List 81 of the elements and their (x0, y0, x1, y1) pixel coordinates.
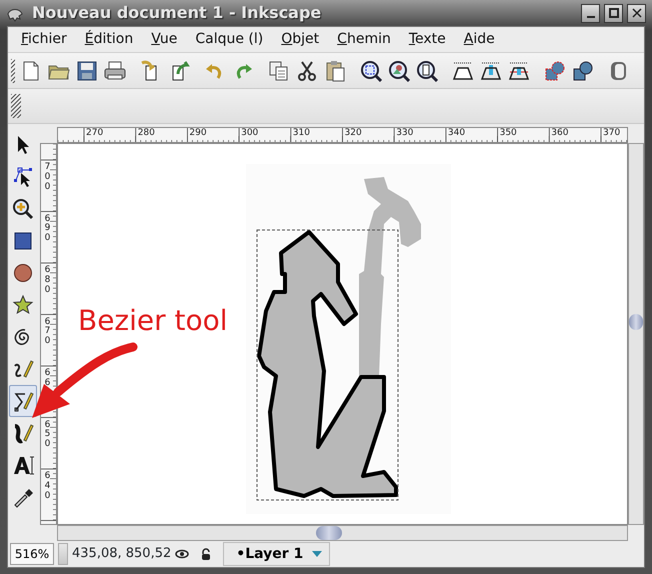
close-button[interactable] (627, 4, 646, 22)
align-icon (508, 60, 530, 82)
zoom-icon (12, 198, 34, 220)
scissors-icon (296, 60, 318, 82)
zoom-button[interactable] (416, 60, 438, 82)
align-icon (452, 60, 474, 82)
copy-icon (268, 60, 290, 82)
ruler-label: 670 (44, 318, 52, 348)
bezier-pen-tool-button[interactable] (9, 385, 37, 417)
ruler-label: 680 (44, 266, 52, 296)
minimize-icon (586, 16, 594, 18)
menu-item[interactable]: Édition (76, 29, 142, 50)
ruler-label: 640 (44, 472, 52, 502)
layer-dropdown[interactable]: •Layer 1 (223, 542, 330, 566)
zoom-icon (416, 60, 438, 82)
ruler-label: 310 (292, 129, 310, 138)
zoom-field[interactable]: 516% (10, 543, 54, 565)
ruler-label: 360 (551, 129, 568, 138)
eye-icon (175, 547, 190, 561)
node-icon (572, 60, 594, 82)
printer-icon (104, 60, 126, 82)
circle-icon (12, 262, 34, 284)
clipboard-icon (324, 60, 346, 82)
window-title: Nouveau document 1 - Inkscape (32, 2, 322, 24)
menu-item[interactable]: Aide (454, 29, 504, 50)
ruler-label: 270 (86, 129, 104, 138)
horizontal-scrollbar[interactable] (57, 525, 628, 541)
zoom-icon (360, 60, 382, 82)
calligraphy-pen-icon (12, 422, 34, 444)
star-icon (12, 294, 34, 316)
floppy-disk-button[interactable] (76, 60, 98, 82)
zoom-button[interactable] (360, 60, 382, 82)
menu-item[interactable]: Texte (400, 29, 455, 50)
maximize-icon (606, 6, 620, 20)
grip-handle[interactable] (11, 58, 16, 82)
ruler-label: 300 (241, 129, 258, 138)
menu-item[interactable]: Chemin (328, 29, 400, 50)
ruler-label: 700 (44, 163, 52, 193)
ruler-label: 320 (344, 129, 362, 138)
rectangle-icon (12, 230, 34, 252)
ruler-label: 350 (500, 129, 517, 138)
node-icon (544, 60, 566, 82)
ruler-label: 690 (44, 214, 52, 244)
node-editor-icon (12, 166, 34, 188)
ruler-label: 650 (44, 420, 52, 450)
scroll-thumb[interactable] (316, 526, 342, 540)
ruler-label: 330 (396, 129, 414, 138)
align-icon (480, 60, 502, 82)
grip-handle[interactable] (11, 94, 21, 118)
ruler-label: 290 (189, 129, 207, 138)
maximize-button[interactable] (604, 4, 623, 22)
ruler-label: 280 (138, 129, 155, 138)
printer-button[interactable] (104, 60, 126, 82)
minimize-button[interactable] (581, 4, 600, 22)
menu-item[interactable]: Vue (142, 29, 186, 50)
annotation-label: Bezier tool (78, 303, 228, 339)
scroll-thumb[interactable] (629, 314, 643, 330)
zoom-button[interactable] (388, 60, 410, 82)
cursor-coordinates: 435,08, 850,52 (72, 545, 172, 564)
align-button[interactable] (452, 60, 474, 82)
menu-item[interactable]: Objet (272, 29, 328, 50)
caret-icon (311, 549, 324, 559)
pencil-icon (12, 358, 34, 380)
align-button[interactable] (480, 60, 502, 82)
bezier-pen-icon (12, 390, 34, 412)
menu-item[interactable]: Fichier (12, 29, 76, 50)
ruler-label: 370 (603, 129, 620, 138)
copy-button[interactable] (268, 60, 290, 82)
clipboard-button[interactable] (324, 60, 346, 82)
scissors-button[interactable] (296, 60, 318, 82)
ruler-label: 340 (448, 129, 466, 138)
eyedropper-icon (12, 486, 34, 508)
node-button[interactable] (544, 60, 566, 82)
node-button[interactable] (572, 60, 594, 82)
align-button[interactable] (508, 60, 530, 82)
zoom-icon (388, 60, 410, 82)
text-tool-icon (12, 454, 34, 476)
close-icon (630, 6, 644, 20)
menu-item[interactable]: Calque (l) (186, 29, 272, 50)
ruler-label: 66 (44, 369, 52, 389)
vertical-scrollbar[interactable] (628, 143, 644, 525)
